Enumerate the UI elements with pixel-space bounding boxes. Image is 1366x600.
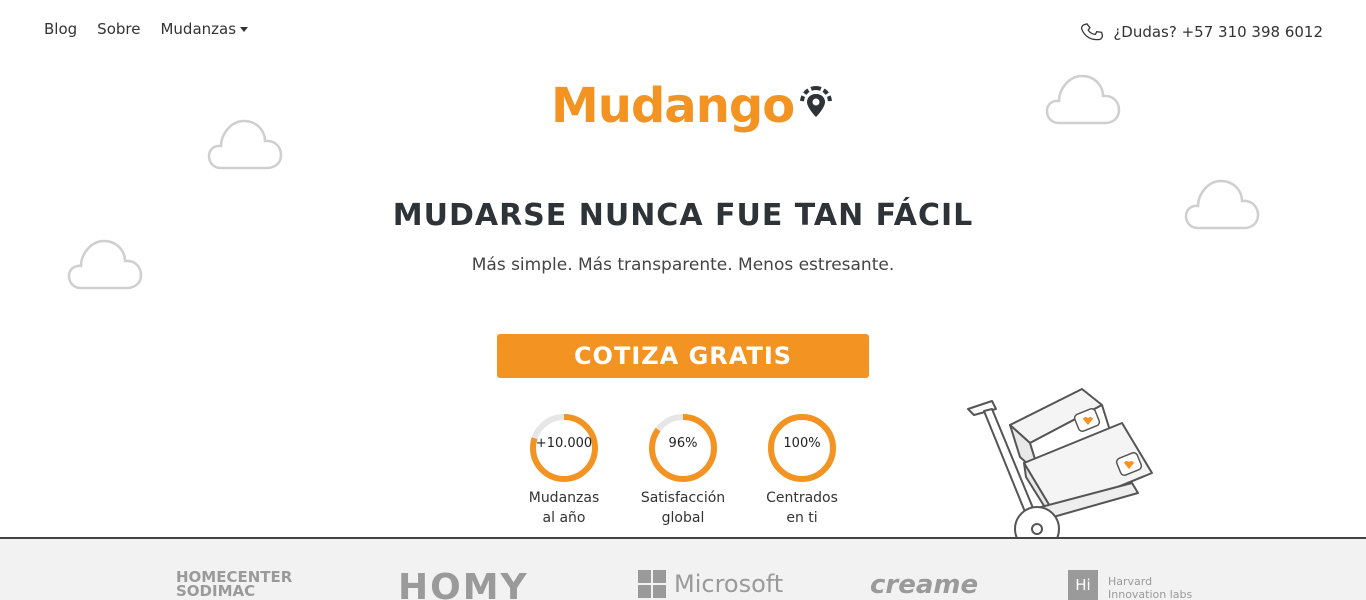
stat-satisfaccion: 96% Satisfacción global bbox=[623, 412, 743, 528]
top-nav: Blog Sobre Mudanzas bbox=[44, 20, 249, 38]
nav-mudanzas-dropdown[interactable]: Mudanzas bbox=[160, 20, 249, 38]
stat-centrados: 100% Centrados en ti bbox=[742, 412, 862, 528]
windows-icon bbox=[638, 570, 666, 598]
phone-icon bbox=[1081, 23, 1104, 41]
partner-homecenter-logo: HOMECENTER SODIMAC bbox=[176, 568, 293, 600]
hand-truck-illustration bbox=[967, 388, 1153, 552]
nav-sobre[interactable]: Sobre bbox=[97, 20, 140, 38]
hero-subheadline: Más simple. Más transparente. Menos estr… bbox=[471, 255, 895, 275]
partner-creame-logo: creame bbox=[870, 570, 979, 600]
stat-value: 96% bbox=[668, 436, 698, 451]
partner-harvard-logo: Hi Harvard Innovation labs bbox=[1068, 570, 1192, 600]
cotiza-gratis-button[interactable]: COTIZA GRATIS bbox=[497, 334, 869, 378]
stat-mudanzas: +10.000 Mudanzas al año bbox=[504, 412, 624, 528]
partner-microsoft-logo: Microsoft bbox=[638, 570, 783, 598]
partner-homy-logo: HOMY bbox=[398, 567, 529, 600]
contact-phone[interactable]: ¿Dudas? +57 310 398 6012 bbox=[1081, 21, 1323, 43]
logo[interactable]: Mudango bbox=[551, 76, 836, 136]
cloud-icon bbox=[207, 119, 283, 170]
stat-label: Centrados en ti bbox=[766, 490, 838, 526]
logo-text: Mudango bbox=[551, 78, 795, 134]
location-pin-icon bbox=[800, 86, 833, 117]
cloud-icon bbox=[1045, 74, 1121, 125]
stat-label: Satisfacción global bbox=[640, 490, 726, 526]
chevron-down-icon bbox=[240, 27, 249, 32]
stat-value: +10.000 bbox=[535, 436, 593, 451]
contact-phone-text: ¿Dudas? +57 310 398 6012 bbox=[1113, 23, 1323, 41]
stat-label: Mudanzas al año bbox=[528, 490, 600, 526]
nav-mudanzas-label: Mudanzas bbox=[160, 20, 237, 38]
stat-value: 100% bbox=[783, 436, 821, 451]
nav-blog[interactable]: Blog bbox=[44, 20, 77, 38]
hero-headline: MUDARSE NUNCA FUE TAN FÁCIL bbox=[392, 198, 974, 233]
